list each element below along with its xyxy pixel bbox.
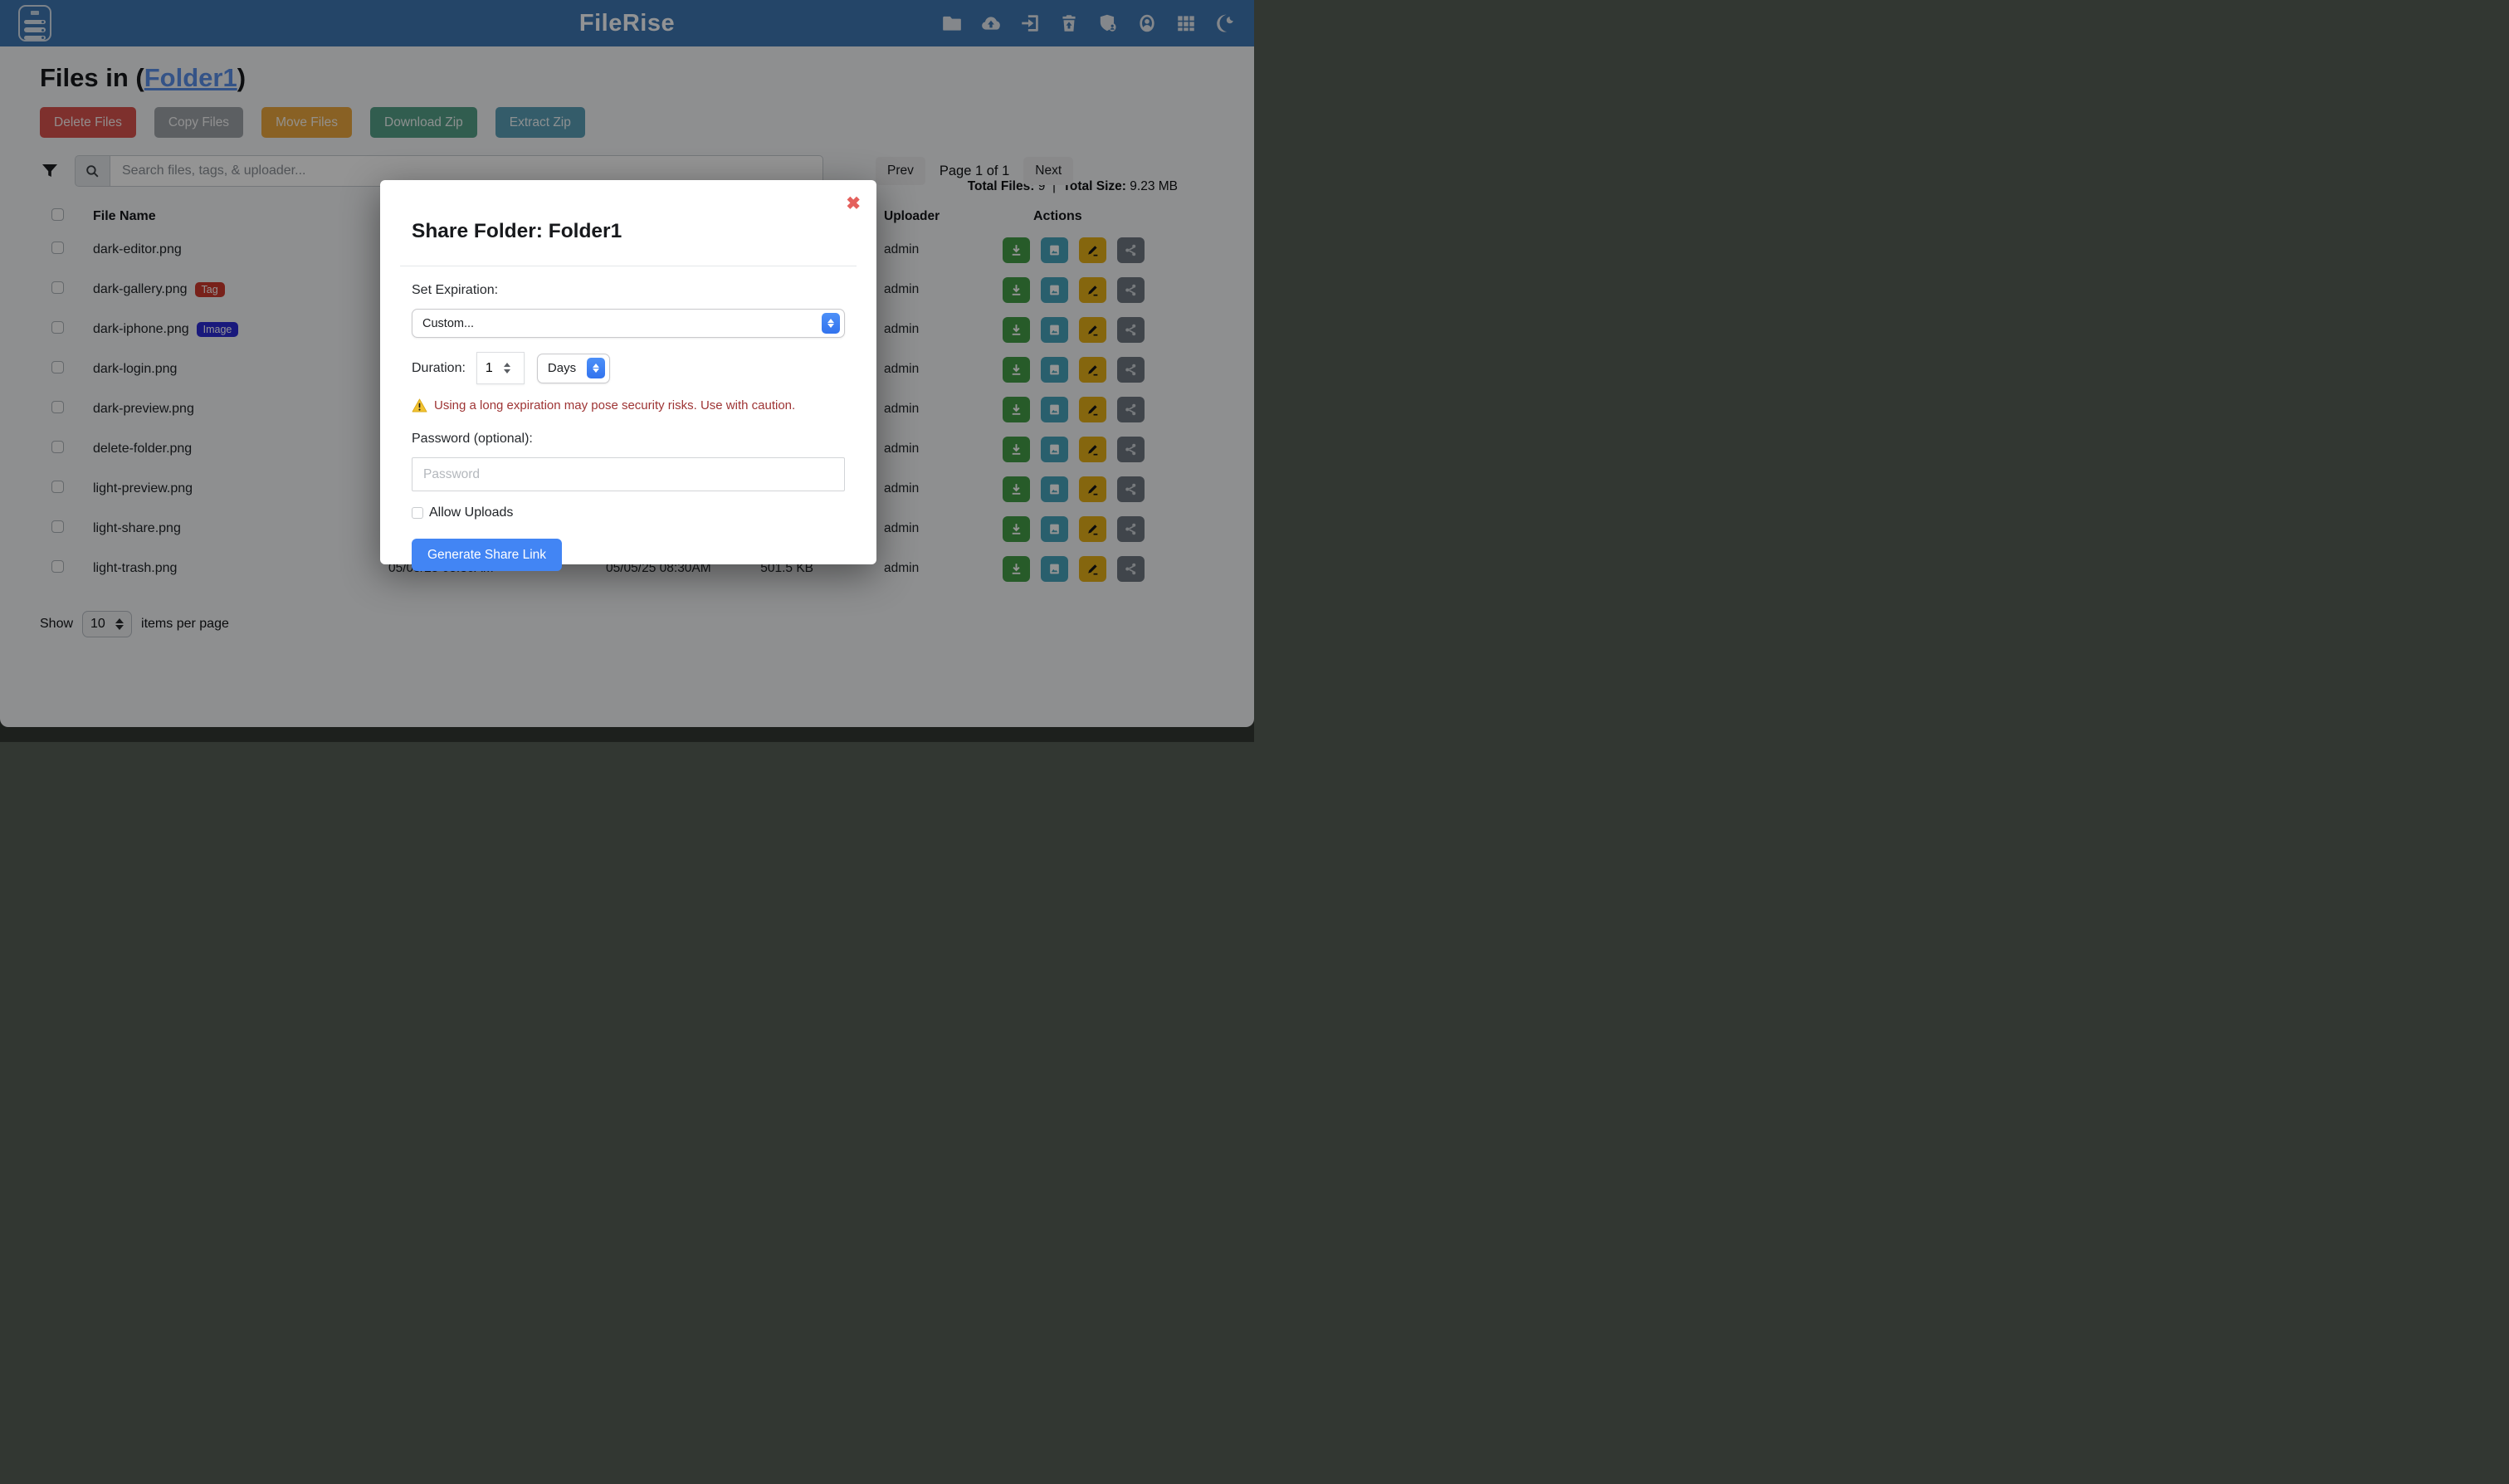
expiration-label: Set Expiration: <box>412 283 845 298</box>
duration-input-wrap <box>476 352 525 384</box>
allow-uploads-checkbox[interactable] <box>412 507 423 519</box>
duration-label: Duration: <box>412 361 466 376</box>
share-password-input[interactable] <box>412 457 845 491</box>
password-label: Password (optional): <box>412 432 845 447</box>
duration-unit-value: Days <box>548 361 576 375</box>
select-stepper-icon <box>587 358 605 378</box>
warning-icon <box>412 398 427 412</box>
share-folder-modal: ✖ Share Folder: Folder1 Set Expiration: … <box>380 180 876 564</box>
duration-row: Duration: Days <box>412 352 845 384</box>
generate-share-link-button[interactable]: Generate Share Link <box>412 539 562 571</box>
duration-unit-select[interactable]: Days <box>537 354 610 383</box>
expiration-select[interactable]: Custom... <box>412 309 845 338</box>
expiration-warning: Using a long expiration may pose securit… <box>412 398 845 412</box>
duration-input[interactable] <box>477 361 502 376</box>
warning-text: Using a long expiration may pose securit… <box>434 398 795 412</box>
number-spinner-icon[interactable] <box>504 363 510 373</box>
allow-uploads-label: Allow Uploads <box>429 505 513 520</box>
expiration-selected-value: Custom... <box>422 317 474 330</box>
allow-uploads-row: Allow Uploads <box>412 505 845 520</box>
close-icon[interactable]: ✖ <box>846 195 861 212</box>
select-stepper-icon <box>822 313 840 334</box>
modal-title: Share Folder: Folder1 <box>412 220 845 243</box>
